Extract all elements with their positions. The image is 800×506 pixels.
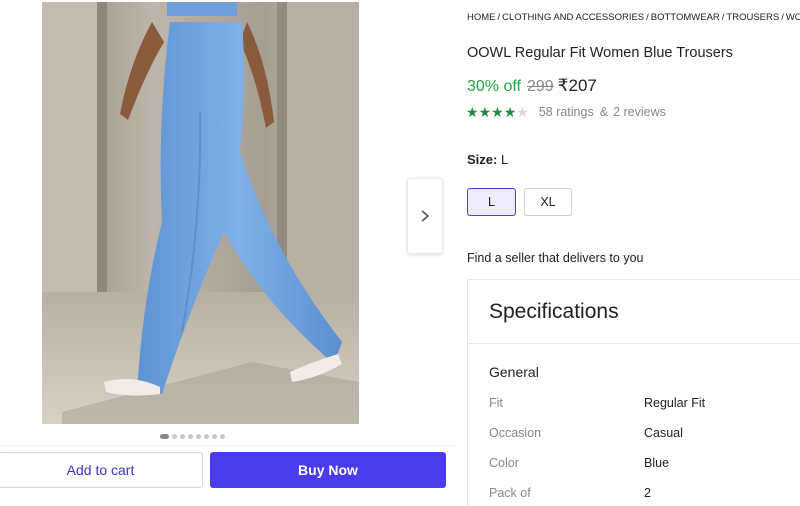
gallery-dot[interactable] <box>188 434 193 439</box>
breadcrumb-separator: / <box>721 12 725 23</box>
breadcrumb: HOME / CLOTHING AND ACCESSORIES / BOTTOMWEAR… <box>467 12 800 23</box>
spec-group-title: General <box>489 364 539 380</box>
gallery-dot[interactable] <box>212 434 217 439</box>
breadcrumb-item-home[interactable]: HOME <box>467 12 496 23</box>
specifications-header: Specifications <box>468 280 800 344</box>
selling-price: ₹207 <box>557 76 597 95</box>
original-price: 299 <box>526 78 554 95</box>
specifications-panel: Specifications General Fit Regular Fit O… <box>467 279 800 506</box>
spec-row: Color Blue <box>489 456 669 470</box>
product-title: OOWL Regular Fit Women Blue Trousers <box>467 45 733 61</box>
spec-row: Pack of 2 <box>489 486 651 500</box>
discount-label: 30% off <box>467 78 521 95</box>
spec-row: Fit Regular Fit <box>489 396 705 410</box>
next-image-button[interactable] <box>407 178 443 254</box>
add-to-cart-button[interactable]: Add to cart <box>0 452 203 488</box>
buy-now-button[interactable]: Buy Now <box>210 452 446 488</box>
gallery-dot[interactable] <box>204 434 209 439</box>
gallery-dot[interactable] <box>220 434 225 439</box>
spec-key: Pack of <box>489 486 531 500</box>
product-photo <box>42 2 359 424</box>
breadcrumb-item-trousers[interactable]: TROUSERS <box>726 12 779 23</box>
ampersand: & <box>599 105 609 119</box>
gallery-dot[interactable] <box>196 434 201 439</box>
breadcrumb-item-bottomwear[interactable]: BOTTOMWEAR <box>651 12 720 23</box>
product-image[interactable] <box>42 2 359 424</box>
star-rating: ★ ★ ★ ★ ★ <box>466 105 529 119</box>
breadcrumb-separator: / <box>646 12 649 23</box>
rating-row: ★ ★ ★ ★ ★ 58 ratings & 2 reviews <box>466 105 666 119</box>
spec-key: Fit <box>489 396 503 410</box>
star-icon: ★ <box>491 104 504 120</box>
spec-key: Occasion <box>489 426 542 440</box>
spec-value: Blue <box>644 456 670 470</box>
spec-key: Color <box>489 456 519 470</box>
star-icon: ★ <box>503 104 517 120</box>
seller-prompt[interactable]: Find a seller that delivers to you <box>467 251 643 265</box>
spec-value: Regular Fit <box>644 396 706 410</box>
star-icon: ★ <box>466 104 479 120</box>
gallery-dots <box>160 434 225 439</box>
size-heading: Size: <box>467 152 498 167</box>
size-option-xl[interactable]: XL <box>524 188 572 216</box>
spec-value: 2 <box>644 486 651 500</box>
star-icon: ★ <box>516 104 529 120</box>
spec-row: Occasion Casual <box>489 426 683 440</box>
selected-size: L <box>500 152 509 167</box>
reviews-count[interactable]: 2 reviews <box>613 105 666 119</box>
chevron-right-icon <box>421 210 430 222</box>
ratings-count[interactable]: 58 ratings <box>539 105 594 119</box>
gallery-dot[interactable] <box>160 434 169 439</box>
breadcrumb-separator: / <box>497 12 501 23</box>
size-label: Size: L <box>467 152 508 167</box>
price-row: 30% off 299 ₹207 <box>467 76 597 96</box>
gallery-dot[interactable] <box>172 434 177 439</box>
breadcrumb-item-womens[interactable]: WOMEN'S <box>786 12 800 23</box>
specifications-title: Specifications <box>489 299 619 323</box>
breadcrumb-separator: / <box>781 12 784 23</box>
spec-value: Casual <box>644 426 683 440</box>
star-icon: ★ <box>478 104 492 120</box>
size-option-l[interactable]: L <box>467 188 516 216</box>
gallery-dot[interactable] <box>180 434 185 439</box>
breadcrumb-item-clothing[interactable]: CLOTHING AND ACCESSORIES <box>502 12 644 23</box>
